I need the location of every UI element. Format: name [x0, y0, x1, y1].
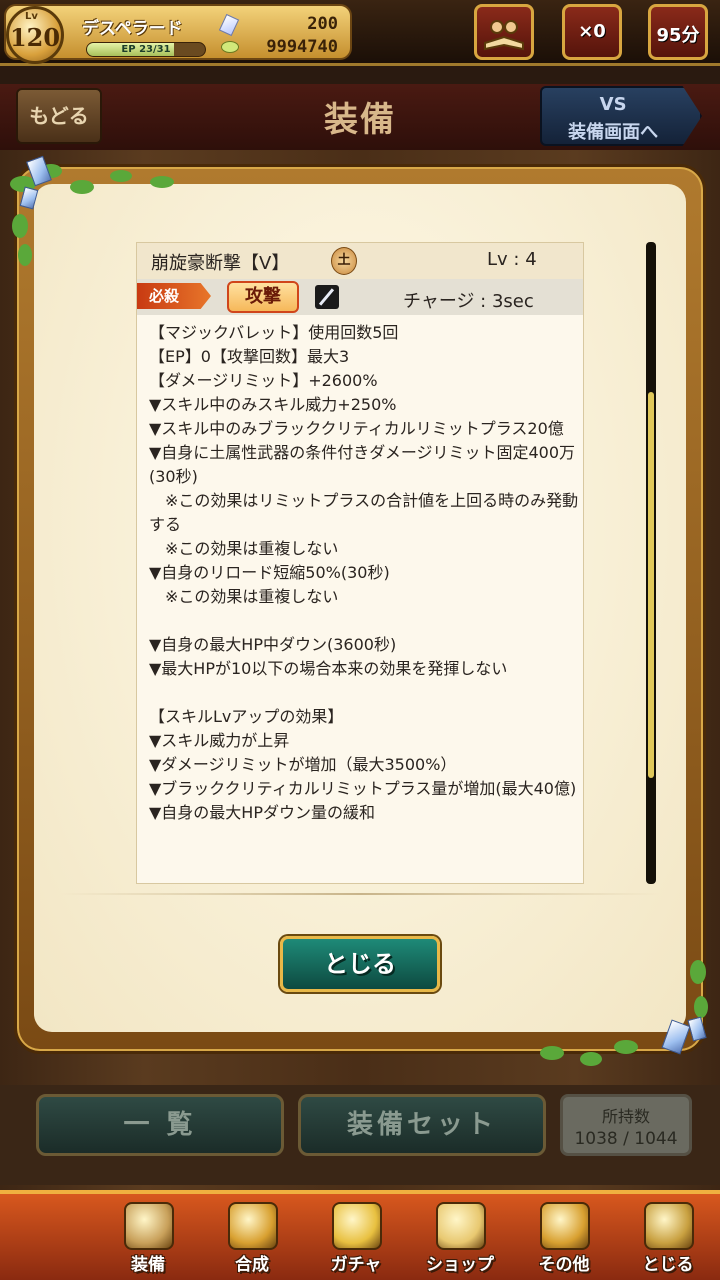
timer-text: 95分: [656, 25, 700, 46]
gem-icon: [218, 13, 240, 37]
crystal-shop-icon: [436, 1202, 486, 1250]
level-tag: Lv: [25, 11, 38, 22]
skill-description[interactable]: 【マジックバレット】使用回数5回 【EP】0【攻撃回数】最大3 【ダメージリミット】…: [149, 321, 581, 825]
skill-name: 崩旋豪断撃【V】: [151, 253, 290, 274]
skill-line: ▼最大HPが10以下の場合本来の効果を発揮しない: [149, 659, 508, 678]
ep-text: EP 23/31: [121, 44, 171, 55]
player-name: デスペラード: [82, 19, 183, 39]
vine-leaf: [694, 996, 708, 1018]
vine-leaf: [580, 1052, 602, 1066]
nav-label: ガチャ: [330, 1255, 382, 1275]
player-level: 120: [9, 23, 61, 52]
nav-label: 装備: [131, 1255, 165, 1275]
skill-line: ▼自身のリロード短縮50%(30秒): [149, 563, 390, 582]
close-character-icon: [644, 1202, 694, 1250]
nav-item-5[interactable]: とじる: [620, 1200, 716, 1278]
page-title: 装備: [324, 100, 396, 140]
skill-line: ▼スキル中のみスキル威力+250%: [149, 395, 397, 414]
vine-leaf: [150, 176, 174, 188]
nav-item-3[interactable]: ショップ: [412, 1200, 508, 1278]
equipment-set-button[interactable]: 装備セット: [298, 1094, 546, 1156]
skill-detail-card: 崩旋豪断撃【V】 土 Lv : 4 必殺 攻撃 チャージ : 3sec 【マジッ…: [136, 242, 584, 884]
nav-item-2[interactable]: ガチャ: [308, 1200, 404, 1278]
skill-line: ▼自身の最大HP中ダウン(3600秒): [149, 635, 397, 654]
skill-line: ※この効果はリミットプラスの合計値を上回る時のみ発動する: [149, 491, 579, 534]
skill-line: ▼自身の最大HPダウン量の緩和: [149, 803, 375, 822]
hammer-icon: [228, 1202, 278, 1250]
gems-count: 200: [307, 14, 338, 34]
skill-line: 【EP】0【攻撃回数】最大3: [149, 347, 350, 366]
sword-icon: [315, 285, 339, 309]
equipment-icon: [124, 1202, 174, 1250]
coins-count: 9994740: [266, 37, 338, 57]
attack-tag: 攻撃: [227, 281, 299, 313]
owned-count-box: 所持数 1038 / 1044: [560, 1094, 692, 1156]
skill-line: ※この効果は重複しない: [149, 587, 339, 606]
vine-leaf: [12, 214, 28, 238]
player-level-badge: Lv 120: [6, 6, 64, 64]
nav-label: 合成: [235, 1255, 269, 1275]
charge-time: チャージ : 3sec: [403, 291, 534, 312]
skill-line: 【ダメージリミット】+2600%: [149, 371, 378, 390]
vine-leaf: [614, 1040, 638, 1054]
coin-icon: [221, 41, 239, 53]
nav-label: その他: [538, 1255, 590, 1275]
skill-header: 崩旋豪断撃【V】 土 Lv : 4: [137, 243, 583, 279]
skill-line: ▼スキル威力が上昇: [149, 731, 290, 750]
skill-tags-row: 必殺 攻撃 チャージ : 3sec: [137, 279, 583, 315]
skill-line: ▼スキル中のみブラッククリティカルリミットプラス20億: [149, 419, 564, 438]
skill-scrollbar-thumb[interactable]: [648, 392, 654, 778]
ticket-count: ×0: [578, 21, 606, 42]
skill-line: [149, 609, 581, 633]
top-status-bar: デスペラード EP 23/31 200 9994740 Lv 120 ×0 95…: [0, 0, 720, 66]
nav-label: ショップ: [426, 1255, 494, 1275]
nav-label: とじる: [642, 1255, 694, 1275]
skill-line: 【マジックバレット】使用回数5回: [149, 323, 399, 342]
modal-divider: [60, 893, 660, 895]
gear-icon: [540, 1202, 590, 1250]
nav-item-0[interactable]: 装備: [100, 1200, 196, 1278]
vine-leaf: [18, 244, 32, 266]
ep-bar: EP 23/31: [86, 42, 206, 57]
skill-line: ※この効果は重複しない: [149, 539, 339, 558]
vs-equipment-button[interactable]: VS 装備画面へ: [540, 86, 702, 146]
nav-item-4[interactable]: その他: [516, 1200, 612, 1278]
skill-line: ▼ブラッククリティカルリミットプラス量が増加(最大40億): [149, 779, 577, 798]
owned-label: 所持数: [601, 1107, 650, 1126]
timer-button[interactable]: 95分: [648, 4, 708, 60]
skill-line: ▼ダメージリミットが増加（最大3500%）: [149, 755, 457, 774]
vine-leaf: [70, 180, 94, 194]
friends-book-icon: [484, 20, 524, 51]
vine-leaf: [110, 170, 132, 182]
list-button[interactable]: 一 覧: [36, 1094, 284, 1156]
back-button[interactable]: もどる: [16, 88, 102, 144]
vine-leaf: [690, 960, 706, 984]
skill-line: 【スキルLvアップの効果】: [149, 707, 344, 726]
friends-book-button[interactable]: [474, 4, 534, 60]
close-button[interactable]: とじる: [280, 936, 440, 992]
ticket-button[interactable]: ×0: [562, 4, 622, 60]
skill-level: Lv : 4: [487, 249, 537, 270]
skill-line: ▼自身に土属性武器の条件付きダメージリミット固定400万(30秒): [149, 443, 576, 486]
special-tag: 必殺: [137, 283, 211, 309]
skill-line: [149, 681, 581, 705]
earth-element-icon: 土: [331, 247, 357, 275]
gacha-icon: [332, 1202, 382, 1250]
owned-value: 1038 / 1044: [574, 1129, 678, 1149]
vs-label: VS: [599, 94, 627, 115]
vs-sub-label: 装備画面へ: [568, 122, 659, 143]
nav-item-1[interactable]: 合成: [204, 1200, 300, 1278]
vine-leaf: [540, 1046, 564, 1060]
